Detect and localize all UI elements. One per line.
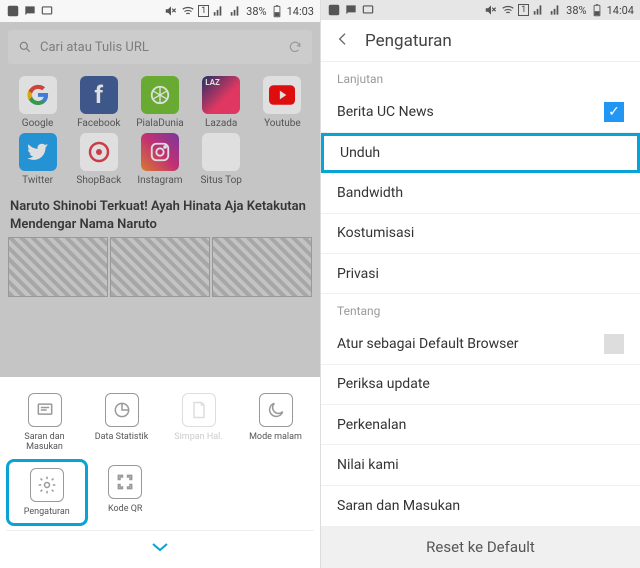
status-bar: 1 38% 14:03 (0, 0, 320, 22)
news-thumb[interactable] (110, 237, 210, 297)
chat-icon (23, 4, 37, 18)
row-rate[interactable]: Nilai kami (321, 445, 640, 485)
app-icon (6, 4, 20, 18)
page-title: Pengaturan (365, 31, 452, 51)
menu-night-mode[interactable]: Mode malam (237, 387, 314, 459)
menu-settings[interactable]: Pengaturan (6, 459, 88, 526)
cast-icon (40, 4, 54, 18)
row-privacy[interactable]: Privasi (321, 254, 640, 294)
menu-feedback[interactable]: Saran dan Masukan (6, 387, 83, 459)
wifi-icon (501, 3, 515, 17)
battery-icon (270, 4, 284, 18)
tile-situstop[interactable]: Situs Top (192, 133, 251, 186)
signal-icon-2 (229, 4, 243, 18)
signal-icon-2 (549, 3, 563, 17)
browser-home-dimmed: Cari atau Tulis URL Google fFacebook Pia… (0, 22, 320, 377)
clock: 14:04 (607, 4, 634, 17)
news-thumbnails (0, 237, 320, 297)
battery-text: 38% (566, 4, 586, 17)
status-bar: 1 38% 14:04 (321, 0, 640, 20)
menu-stats[interactable]: Data Statistik (83, 387, 160, 459)
save-page-icon (182, 393, 216, 427)
row-check-update[interactable]: Periksa update (321, 365, 640, 405)
right-pane: 1 38% 14:04 Pengaturan Lanjutan Berita U… (320, 0, 640, 568)
tile-shopback[interactable]: ShopBack (69, 133, 128, 186)
url-placeholder: Cari atau Tulis URL (40, 40, 149, 55)
back-icon[interactable] (335, 31, 351, 51)
row-feedback[interactable]: Saran dan Masukan (321, 486, 640, 526)
news-thumb[interactable] (8, 237, 108, 297)
tile-facebook[interactable]: fFacebook (69, 76, 128, 129)
url-bar[interactable]: Cari atau Tulis URL (8, 30, 312, 64)
row-intro[interactable]: Perkenalan (321, 405, 640, 445)
row-customize[interactable]: Kostumisasi (321, 214, 640, 254)
refresh-icon[interactable] (288, 40, 302, 54)
mute-icon (484, 3, 498, 17)
sheet-close[interactable] (6, 535, 314, 562)
battery-text: 38% (246, 5, 266, 18)
qr-icon (108, 465, 142, 499)
stats-icon (105, 393, 139, 427)
section-advanced: Lanjutan (321, 62, 640, 92)
news-thumb[interactable] (212, 237, 312, 297)
reset-button[interactable]: Reset ke Default (321, 526, 640, 568)
tile-youtube[interactable]: Youtube (253, 76, 312, 129)
speed-dial-grid: Google fFacebook PialaDunia LAZLazada Yo… (0, 72, 320, 192)
cast-icon (361, 3, 375, 17)
settings-header: Pengaturan (321, 20, 640, 62)
row-default-browser[interactable]: Atur sebagai Default Browser (321, 324, 640, 364)
checkbox-off-icon[interactable] (604, 334, 624, 354)
row-download[interactable]: Unduh (321, 133, 640, 174)
chat-icon (344, 3, 358, 17)
battery-icon (590, 3, 604, 17)
left-pane: 1 38% 14:03 Cari atau Tulis URL Google f… (0, 0, 320, 568)
tile-lazada[interactable]: LAZLazada (192, 76, 251, 129)
search-icon (18, 40, 32, 54)
menu-qr[interactable]: Kode QR (88, 459, 164, 526)
tile-twitter[interactable]: Twitter (8, 133, 67, 186)
clock: 14:03 (287, 5, 314, 18)
signal-icon (212, 4, 226, 18)
checkbox-on-icon[interactable]: ✓ (604, 102, 624, 122)
feedback-icon (28, 393, 62, 427)
row-uc-news[interactable]: Berita UC News ✓ (321, 92, 640, 132)
row-bandwidth[interactable]: Bandwidth (321, 173, 640, 213)
gear-icon (30, 468, 64, 502)
tile-instagram[interactable]: Instagram (130, 133, 189, 186)
signal-icon (532, 3, 546, 17)
tile-pialadunia[interactable]: PialaDunia (130, 76, 189, 129)
sim-indicator: 1 (198, 5, 209, 17)
wifi-icon (181, 4, 195, 18)
menu-save-page: Simpan Hal. (160, 387, 237, 459)
moon-icon (259, 393, 293, 427)
app-icon (327, 3, 341, 17)
menu-sheet: Saran dan Masukan Data Statistik Simpan … (0, 377, 320, 568)
news-headline[interactable]: Naruto Shinobi Terkuat! Ayah Hinata Aja … (0, 192, 320, 237)
mute-icon (164, 4, 178, 18)
section-about: Tentang (321, 294, 640, 324)
sim-indicator: 1 (518, 4, 529, 16)
tile-google[interactable]: Google (8, 76, 67, 129)
